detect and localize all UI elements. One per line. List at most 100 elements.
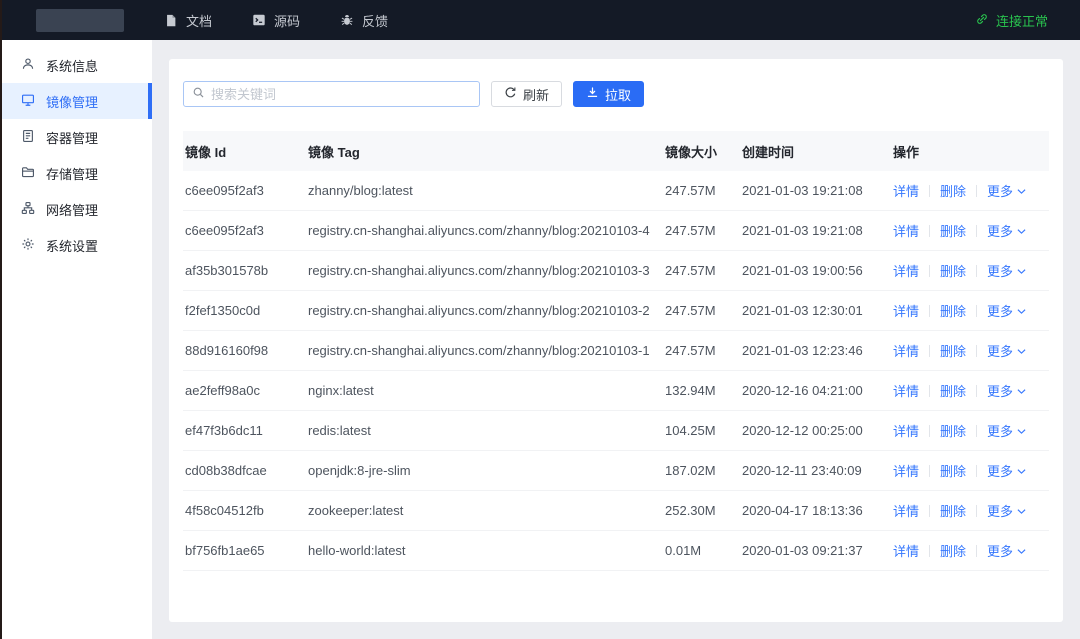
more-link[interactable]: 更多 <box>987 381 1026 400</box>
search-input[interactable] <box>211 87 471 102</box>
code-terminal-icon <box>252 13 266 27</box>
nav-item-feedback[interactable]: 反馈 <box>340 11 388 30</box>
delete-link[interactable]: 删除 <box>940 461 966 480</box>
table-row: 4f58c04512fb zookeeper:latest 252.30M 20… <box>183 491 1049 531</box>
delete-link[interactable]: 删除 <box>940 381 966 400</box>
sidebar-item-label: 网络管理 <box>46 200 98 219</box>
actions-cell: 详情 删除 更多 <box>893 541 1049 560</box>
detail-link[interactable]: 详情 <box>893 501 919 520</box>
action-divider <box>929 425 930 437</box>
image-id-cell: bf756fb1ae65 <box>183 543 308 558</box>
created-time-cell: 2020-12-12 00:25:00 <box>742 423 893 438</box>
more-link[interactable]: 更多 <box>987 221 1026 240</box>
image-tag-cell: registry.cn-shanghai.aliyuncs.com/zhanny… <box>308 223 665 238</box>
image-tag-cell: zookeeper:latest <box>308 503 665 518</box>
sidebar-item-containers[interactable]: 容器管理 <box>0 119 152 155</box>
connection-status-label: 连接正常 <box>996 11 1048 30</box>
chevron-down-icon <box>1017 223 1026 238</box>
nav-item-docs[interactable]: 文档 <box>164 11 212 30</box>
more-link[interactable]: 更多 <box>987 181 1026 200</box>
column-header-actions: 操作 <box>893 142 1049 161</box>
image-tag-cell: openjdk:8-jre-slim <box>308 463 665 478</box>
column-header-image-size: 镜像大小 <box>665 142 742 161</box>
nav-item-source[interactable]: 源码 <box>252 11 300 30</box>
image-size-cell: 247.57M <box>665 183 742 198</box>
action-divider <box>976 505 977 517</box>
action-divider <box>929 185 930 197</box>
sidebar-item-images[interactable]: 镜像管理 <box>0 83 152 119</box>
delete-link[interactable]: 删除 <box>940 221 966 240</box>
monitor-icon <box>21 93 35 110</box>
more-link[interactable]: 更多 <box>987 421 1026 440</box>
detail-link[interactable]: 详情 <box>893 541 919 560</box>
more-link[interactable]: 更多 <box>987 541 1026 560</box>
image-id-cell: 88d916160f98 <box>183 343 308 358</box>
actions-cell: 详情 删除 更多 <box>893 341 1049 360</box>
action-divider <box>929 265 930 277</box>
image-size-cell: 187.02M <box>665 463 742 478</box>
image-size-cell: 247.57M <box>665 223 742 238</box>
sidebar-item-label: 系统信息 <box>46 56 98 75</box>
image-size-cell: 252.30M <box>665 503 742 518</box>
pull-button[interactable]: 拉取 <box>573 81 644 107</box>
topbar-nav: 文档 源码 反馈 <box>164 11 428 30</box>
refresh-icon <box>504 86 517 102</box>
sidebar-item-label: 镜像管理 <box>46 92 98 111</box>
table-row: c6ee095f2af3 zhanny/blog:latest 247.57M … <box>183 171 1049 211</box>
table-row: c6ee095f2af3 registry.cn-shanghai.aliyun… <box>183 211 1049 251</box>
delete-link[interactable]: 删除 <box>940 261 966 280</box>
delete-link[interactable]: 删除 <box>940 421 966 440</box>
person-icon <box>21 57 35 74</box>
table-row: ae2feff98a0c nginx:latest 132.94M 2020-1… <box>183 371 1049 411</box>
refresh-button[interactable]: 刷新 <box>491 81 562 107</box>
detail-link[interactable]: 详情 <box>893 301 919 320</box>
action-divider <box>976 265 977 277</box>
more-link-label: 更多 <box>987 221 1013 240</box>
detail-link[interactable]: 详情 <box>893 421 919 440</box>
more-link[interactable]: 更多 <box>987 501 1026 520</box>
chevron-down-icon <box>1017 183 1026 198</box>
sidebar-item-network[interactable]: 网络管理 <box>0 191 152 227</box>
document-icon <box>164 13 178 28</box>
delete-link[interactable]: 删除 <box>940 541 966 560</box>
image-tag-cell: hello-world:latest <box>308 543 665 558</box>
more-link[interactable]: 更多 <box>987 301 1026 320</box>
search-box[interactable] <box>183 81 480 107</box>
refresh-button-label: 刷新 <box>523 85 549 104</box>
chevron-down-icon <box>1017 543 1026 558</box>
sidebar-item-settings[interactable]: 系统设置 <box>0 227 152 263</box>
delete-link[interactable]: 删除 <box>940 181 966 200</box>
detail-link[interactable]: 详情 <box>893 381 919 400</box>
more-link-label: 更多 <box>987 301 1013 320</box>
more-link-label: 更多 <box>987 421 1013 440</box>
image-size-cell: 247.57M <box>665 263 742 278</box>
toolbar: 刷新 拉取 <box>169 59 1063 107</box>
delete-link[interactable]: 删除 <box>940 301 966 320</box>
sidebar-item-storage[interactable]: 存储管理 <box>0 155 152 191</box>
folder-icon <box>21 165 35 182</box>
detail-link[interactable]: 详情 <box>893 181 919 200</box>
created-time-cell: 2020-04-17 18:13:36 <box>742 503 893 518</box>
detail-link[interactable]: 详情 <box>893 261 919 280</box>
delete-link[interactable]: 删除 <box>940 501 966 520</box>
window-edge <box>0 0 2 639</box>
detail-link[interactable]: 详情 <box>893 341 919 360</box>
image-id-cell: c6ee095f2af3 <box>183 183 308 198</box>
detail-link[interactable]: 详情 <box>893 461 919 480</box>
image-size-cell: 247.57M <box>665 343 742 358</box>
more-link-label: 更多 <box>987 501 1013 520</box>
download-icon <box>586 86 599 102</box>
detail-link[interactable]: 详情 <box>893 221 919 240</box>
nav-item-label: 反馈 <box>362 11 388 30</box>
column-header-image-id: 镜像 Id <box>183 142 308 161</box>
image-table-body: c6ee095f2af3 zhanny/blog:latest 247.57M … <box>183 171 1049 571</box>
more-link[interactable]: 更多 <box>987 261 1026 280</box>
chevron-down-icon <box>1017 263 1026 278</box>
more-link[interactable]: 更多 <box>987 341 1026 360</box>
connection-status[interactable]: 连接正常 <box>975 11 1048 30</box>
table-row: f2fef1350c0d registry.cn-shanghai.aliyun… <box>183 291 1049 331</box>
more-link[interactable]: 更多 <box>987 461 1026 480</box>
actions-cell: 详情 删除 更多 <box>893 261 1049 280</box>
sidebar-item-system-info[interactable]: 系统信息 <box>0 47 152 83</box>
delete-link[interactable]: 删除 <box>940 341 966 360</box>
